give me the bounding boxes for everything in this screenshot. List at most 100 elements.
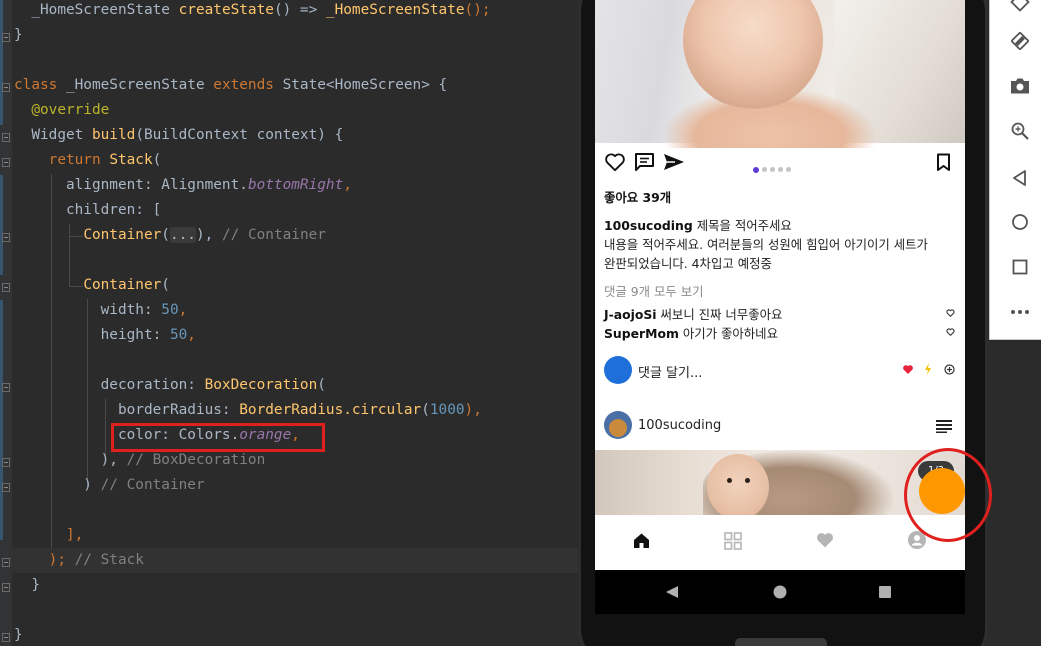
fold-marker[interactable] — [2, 483, 10, 492]
zoom-icon[interactable] — [1010, 121, 1030, 141]
post-photo[interactable] — [595, 0, 965, 148]
code-token: ( — [421, 402, 430, 418]
my-avatar — [604, 356, 632, 384]
overview-icon[interactable] — [1010, 257, 1030, 277]
code-token: borderRadius: — [14, 402, 240, 418]
code-token: class — [14, 77, 66, 93]
fold-marker[interactable] — [2, 83, 10, 92]
comment-user[interactable]: SuperMom — [604, 326, 679, 341]
code-line[interactable]: ); // Stack — [14, 548, 144, 573]
emulator-toolbar — [989, 0, 1041, 340]
home-circle-icon[interactable] — [1010, 212, 1030, 232]
code-token: ), — [464, 402, 482, 418]
back-icon[interactable] — [1010, 168, 1030, 188]
highlight-box-annotation — [111, 423, 325, 452]
code-line[interactable]: } — [14, 573, 40, 598]
code-line[interactable]: } — [14, 23, 23, 48]
code-line[interactable]: return Stack( — [14, 148, 162, 173]
fold-marker[interactable] — [2, 458, 10, 467]
code-token: // Container — [100, 477, 205, 493]
camera-icon[interactable] — [1010, 77, 1030, 95]
code-token: (); — [464, 2, 491, 18]
code-token: _HomeScreenState — [14, 2, 179, 18]
code-token: ( — [152, 152, 162, 168]
system-overview-icon[interactable] — [879, 586, 891, 598]
post-action-row — [595, 148, 965, 178]
code-token: extends — [213, 77, 283, 93]
code-token: ( — [317, 377, 326, 393]
code-line[interactable]: borderRadius: BorderRadius.circular(1000… — [14, 398, 482, 423]
post-title: 제목을 적어주세요 — [696, 218, 792, 233]
comment-like-icon[interactable] — [946, 328, 955, 336]
code-token: width: — [14, 302, 162, 318]
code-line[interactable]: } — [14, 623, 23, 646]
system-home-icon[interactable] — [773, 585, 787, 599]
folded-code-placeholder[interactable]: ... — [169, 227, 196, 243]
code-token: _HomeScreenState — [325, 2, 465, 18]
code-line[interactable]: ) // Container — [14, 473, 205, 498]
next-post-author[interactable]: 100sucoding — [638, 418, 721, 433]
fold-marker[interactable] — [2, 33, 10, 42]
fold-marker[interactable] — [2, 283, 10, 292]
code-token: ), — [14, 452, 127, 468]
comment-input[interactable]: 댓글 달기... — [638, 362, 702, 381]
code-line[interactable]: decoration: BoxDecoration( — [14, 373, 326, 398]
fold-marker[interactable] — [2, 558, 10, 567]
menu-lines-icon[interactable] — [936, 420, 952, 433]
heart-emoji-icon[interactable] — [902, 364, 914, 375]
fold-marker[interactable] — [2, 158, 10, 167]
comment-row: SuperMom 아기가 좋아하네요 — [604, 324, 778, 342]
code-line[interactable]: ], — [14, 523, 83, 548]
code-token: , — [178, 302, 188, 318]
rotate-right-icon[interactable] — [1010, 31, 1030, 51]
author-avatar[interactable] — [604, 411, 632, 439]
phone-bottom-edge — [735, 638, 827, 646]
code-token: height: — [14, 327, 170, 343]
code-line[interactable]: alignment: Alignment.bottomRight, — [14, 173, 352, 198]
post-author[interactable]: 100sucoding — [604, 218, 693, 233]
fold-marker[interactable] — [2, 383, 10, 392]
code-token: // BoxDecoration — [126, 452, 266, 468]
code-token: , — [187, 327, 196, 343]
heart-filled-icon[interactable] — [815, 531, 835, 549]
fold-marker[interactable] — [2, 133, 10, 142]
comment-like-icon[interactable] — [946, 309, 955, 317]
heart-outline-icon[interactable] — [604, 152, 626, 172]
fold-marker[interactable] — [2, 583, 10, 592]
comment-user[interactable]: J-aojoSi — [604, 307, 657, 322]
code-line[interactable]: class _HomeScreenState extends State<Hom… — [14, 73, 447, 98]
code-line[interactable]: @override — [14, 98, 109, 123]
code-token: return — [48, 152, 110, 168]
code-token: Stack — [109, 152, 153, 168]
system-back-icon[interactable] — [665, 585, 679, 599]
comment-icon[interactable] — [634, 152, 655, 172]
code-line[interactable]: Widget build(BuildContext context) { — [14, 123, 343, 148]
code-editor[interactable]: _HomeScreenState createState() => _HomeS… — [0, 0, 580, 646]
more-icon[interactable] — [1010, 302, 1030, 322]
code-line[interactable]: Container( — [14, 273, 170, 298]
code-line[interactable]: width: 50, — [14, 298, 188, 323]
home-icon[interactable] — [633, 532, 650, 549]
code-token: Container — [83, 227, 162, 243]
code-token: BorderRadius.circular — [239, 402, 422, 418]
code-token: bottomRight — [247, 177, 344, 193]
code-line[interactable]: _HomeScreenState createState() => _HomeS… — [14, 0, 491, 23]
send-icon[interactable] — [663, 153, 685, 171]
code-line[interactable]: Container(...), // Container — [14, 223, 326, 248]
add-circle-icon[interactable] — [944, 364, 955, 375]
code-line[interactable]: height: 50, — [14, 323, 196, 348]
grid-icon[interactable] — [724, 532, 742, 550]
carousel-dot — [778, 167, 783, 172]
bookmark-icon[interactable] — [936, 153, 951, 172]
view-all-comments-link[interactable]: 댓글 9개 모두 보기 — [604, 282, 704, 300]
fold-marker[interactable] — [2, 233, 10, 242]
post-body-line2: 완판되었습니다. 4차입고 예정중 — [604, 256, 772, 271]
fold-marker[interactable] — [2, 633, 10, 642]
code-token: } — [14, 27, 23, 43]
code-token: _HomeScreenState — [65, 77, 214, 93]
code-line[interactable]: children: [ — [14, 198, 161, 223]
code-token: State<HomeScreen> { — [282, 77, 448, 93]
rotate-left-icon[interactable] — [1010, 0, 1030, 12]
clap-emoji-icon[interactable] — [924, 363, 932, 375]
